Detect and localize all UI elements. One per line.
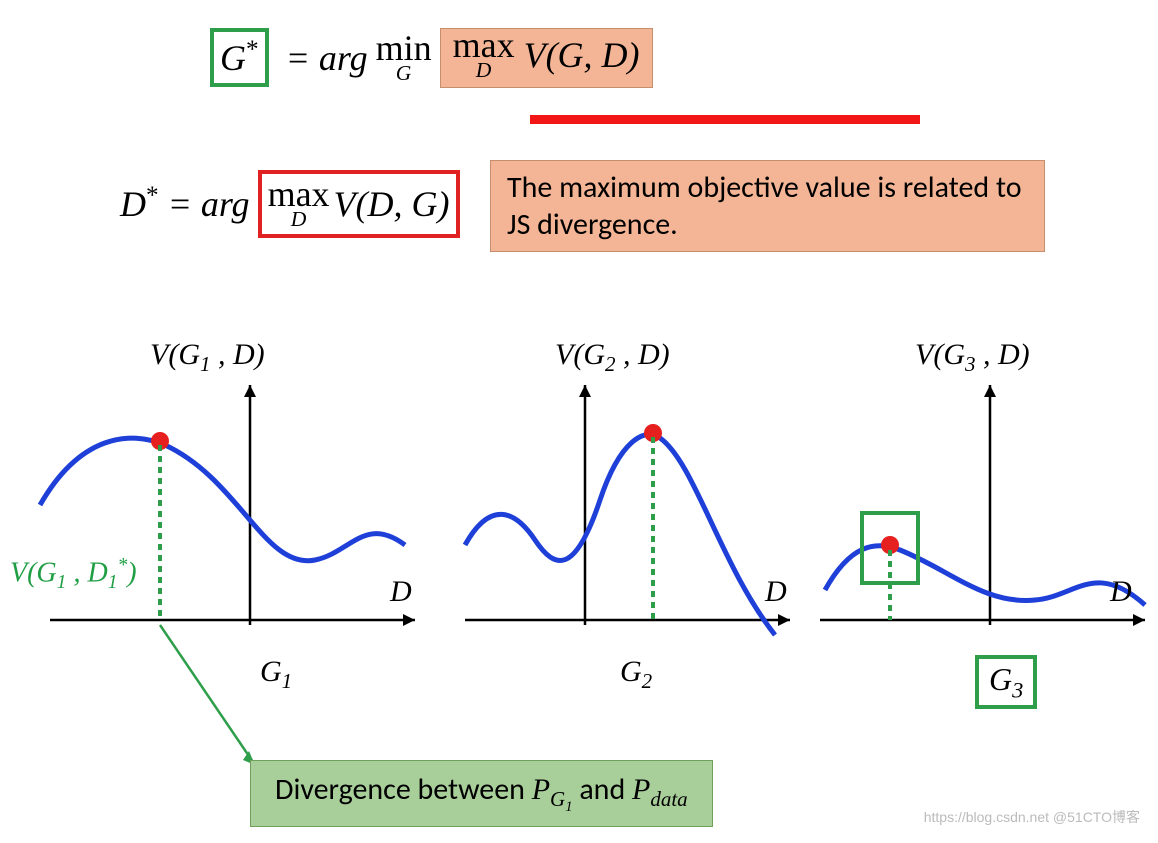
plot3-g-box: G3 [975, 655, 1037, 709]
divergence-text: Divergence between PG1 and Pdata [275, 771, 688, 808]
equation-g-star: G* = arg min G max D V(G, D) [210, 28, 653, 88]
vgd-text: V(G, D) [515, 34, 640, 76]
plot-3-svg [800, 345, 1158, 695]
plot3-x: D [1110, 575, 1132, 609]
max-op2: max [268, 178, 330, 210]
equation-d-star: D* = arg max D V(D, G) [120, 170, 460, 238]
max-vgd-box: max D V(G, D) [440, 28, 653, 88]
plot2-g: G2 [620, 655, 652, 694]
g-star-text: G* [220, 38, 259, 78]
red-underline [530, 115, 920, 124]
arrow-to-divergence [155, 620, 275, 780]
plot2-title: V(G2 , D) [555, 338, 670, 377]
side-label: V(G1 , D1*) [10, 555, 137, 594]
note-text: The maximum objective value is related t… [507, 169, 1022, 243]
plot-3 [800, 345, 1158, 700]
plot3-title: V(G3 , D) [915, 338, 1030, 377]
plot2-x: D [765, 575, 787, 609]
eq1-min: min G [376, 32, 432, 84]
max-op: max [453, 29, 515, 61]
d-star-text: D* = arg [120, 182, 250, 225]
eq1-max: max D [453, 29, 515, 81]
max-sub2: D [291, 210, 307, 229]
plot-2 [445, 345, 805, 700]
plot-2-svg [445, 345, 805, 695]
min-sub: G [396, 64, 412, 83]
g-star-box: G* [210, 28, 269, 87]
max-sub: D [476, 61, 492, 80]
divergence-box: Divergence between PG1 and Pdata [250, 760, 713, 827]
eq2-max: max D [268, 178, 330, 230]
plot1-x: D [390, 575, 412, 609]
min-op: min [376, 32, 432, 64]
watermark: https://blog.csdn.net @51CTO博客 [924, 807, 1140, 827]
plot1-title: V(G1 , D) [150, 338, 265, 377]
vdg-text: V(D, G) [334, 183, 450, 225]
eq1-arg: = arg [277, 37, 368, 79]
note-box: The maximum objective value is related t… [490, 160, 1045, 252]
max-vdg-box: max D V(D, G) [258, 170, 460, 238]
